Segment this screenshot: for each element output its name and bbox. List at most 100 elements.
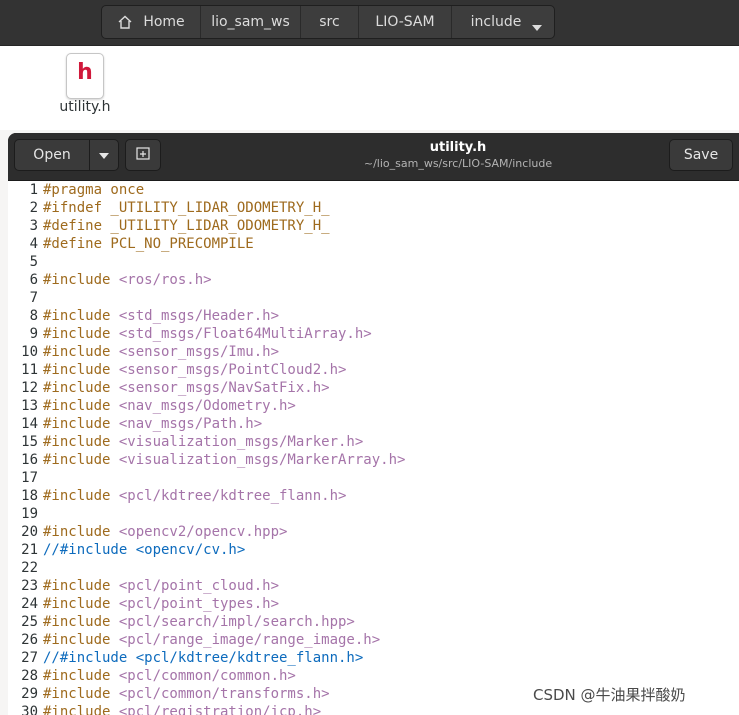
line-text: #include <pcl/kdtree/kdtree_flann.h> bbox=[43, 488, 346, 504]
line-number: 24 bbox=[21, 596, 38, 612]
code-line: 14 #include <nav_msgs/Path.h> bbox=[8, 415, 739, 433]
code-line: 20 #include <opencv2/opencv.hpp> bbox=[8, 523, 739, 541]
code-token: <visualization_msgs/MarkerArray.h> bbox=[118, 452, 406, 468]
line-text: #include <nav_msgs/Odometry.h> bbox=[43, 398, 296, 414]
code-line: 24 #include <pcl/point_types.h> bbox=[8, 595, 739, 613]
code-token: <ros/ros.h> bbox=[118, 272, 212, 288]
line-number: 12 bbox=[21, 380, 38, 396]
code-line: 13 #include <nav_msgs/Odometry.h> bbox=[8, 397, 739, 415]
line-number: 30 bbox=[21, 704, 38, 715]
code-line: 10 #include <sensor_msgs/Imu.h> bbox=[8, 343, 739, 361]
line-text: #include <sensor_msgs/NavSatFix.h> bbox=[43, 380, 330, 396]
chevron-down-icon[interactable] bbox=[532, 19, 542, 35]
line-number: 9 bbox=[29, 326, 38, 342]
open-button[interactable]: Open bbox=[14, 139, 90, 171]
code-token: #include bbox=[43, 488, 119, 504]
title-block: utility.h ~/lio_sam_ws/src/LIO-SAM/inclu… bbox=[308, 140, 608, 171]
header-file-icon[interactable]: h bbox=[66, 53, 104, 99]
line-number: 23 bbox=[21, 578, 38, 594]
line-number: 22 bbox=[21, 560, 38, 576]
code-token: <nav_msgs/Odometry.h> bbox=[118, 398, 296, 414]
code-token: #include bbox=[43, 398, 119, 414]
code-token: #include bbox=[43, 704, 119, 715]
code-token: #include bbox=[43, 380, 119, 396]
code-line: 17 bbox=[8, 469, 739, 487]
code-token: #include bbox=[43, 578, 119, 594]
line-number: 13 bbox=[21, 398, 38, 414]
line-text: #include <opencv2/opencv.hpp> bbox=[43, 524, 287, 540]
line-text: #ifndef _UTILITY_LIDAR_ODOMETRY_H_ bbox=[43, 200, 330, 216]
code-token: #include bbox=[43, 596, 119, 612]
new-tab-button[interactable] bbox=[125, 139, 161, 171]
file-label[interactable]: utility.h bbox=[55, 99, 115, 115]
code-token: <opencv2/opencv.hpp> bbox=[118, 524, 288, 540]
code-line: 19 bbox=[8, 505, 739, 523]
code-token: <pcl/point_cloud.h> bbox=[118, 578, 280, 594]
code-token: #include bbox=[43, 272, 119, 288]
code-line: 27 //#include <pcl/kdtree/kdtree_flann.h> bbox=[8, 649, 739, 667]
line-text: #include <pcl/common/common.h> bbox=[43, 668, 296, 684]
open-menu-button[interactable] bbox=[89, 139, 119, 171]
file-icon-letter: h bbox=[77, 60, 93, 85]
new-tab-icon bbox=[135, 145, 151, 165]
code-line: 28 #include <pcl/common/common.h> bbox=[8, 667, 739, 685]
line-text: #pragma once bbox=[43, 182, 144, 198]
line-number: 20 bbox=[21, 524, 38, 540]
code-token: <sensor_msgs/PointCloud2.h> bbox=[118, 362, 347, 378]
code-token: #include bbox=[43, 614, 119, 630]
line-number: 3 bbox=[29, 218, 38, 234]
code-token: //#include <pcl/kdtree/kdtree_flann.h> bbox=[43, 650, 364, 666]
path-bar: Home lio_sam_ws src LIO-SAM include bbox=[101, 5, 555, 39]
code-line: 25 #include <pcl/search/impl/search.hpp> bbox=[8, 613, 739, 631]
code-token: <pcl/kdtree/kdtree_flann.h> bbox=[118, 488, 347, 504]
line-number: 10 bbox=[21, 344, 38, 360]
code-line: 22 bbox=[8, 559, 739, 577]
code-token: <pcl/search/impl/search.hpp> bbox=[118, 614, 355, 630]
home-icon bbox=[117, 14, 133, 30]
line-number: 18 bbox=[21, 488, 38, 504]
line-number: 27 bbox=[21, 650, 38, 666]
line-number: 26 bbox=[21, 632, 38, 648]
line-number: 16 bbox=[21, 452, 38, 468]
line-text: #define _UTILITY_LIDAR_ODOMETRY_H_ bbox=[43, 218, 330, 234]
save-button[interactable]: Save bbox=[669, 139, 733, 171]
code-token: #include bbox=[43, 344, 119, 360]
line-text: #include <pcl/search/impl/search.hpp> bbox=[43, 614, 355, 630]
line-text: #include <pcl/range_image/range_image.h> bbox=[43, 632, 380, 648]
pathbar-home-button[interactable]: Home bbox=[102, 6, 201, 38]
file-manager-header: Home lio_sam_ws src LIO-SAM include bbox=[0, 0, 739, 46]
document-path: ~/lio_sam_ws/src/LIO-SAM/include bbox=[363, 157, 553, 170]
line-number: 6 bbox=[29, 272, 38, 288]
code-line: 16 #include <visualization_msgs/MarkerArr… bbox=[8, 451, 739, 469]
line-number: 19 bbox=[21, 506, 38, 522]
pathbar-crumb-include[interactable]: include bbox=[452, 6, 554, 38]
code-editor[interactable]: 1 #pragma once 2 #ifndef _UTILITY_LIDAR_ODO… bbox=[8, 181, 739, 715]
line-text: #include <std_msgs/Header.h> bbox=[43, 308, 279, 324]
code-token: #include bbox=[43, 452, 119, 468]
line-number: 14 bbox=[21, 416, 38, 432]
line-text: #include <nav_msgs/Path.h> bbox=[43, 416, 262, 432]
line-text: #include <pcl/point_cloud.h> bbox=[43, 578, 279, 594]
code-token: <std_msgs/Header.h> bbox=[118, 308, 280, 324]
line-number: 21 bbox=[21, 542, 38, 558]
line-number: 28 bbox=[21, 668, 38, 684]
code-line: 23 #include <pcl/point_cloud.h> bbox=[8, 577, 739, 595]
code-token: <visualization_msgs/Marker.h> bbox=[118, 434, 364, 450]
line-number: 17 bbox=[21, 470, 38, 486]
code-token: //#include <opencv/cv.h> bbox=[43, 542, 246, 558]
editor-headerbar: Open utility.h ~/lio_sam_ws/src/LIO-SAM/… bbox=[8, 133, 739, 181]
pathbar-crumb-lio-sam-ws[interactable]: lio_sam_ws bbox=[201, 6, 301, 38]
line-text: #define PCL_NO_PRECOMPILE bbox=[43, 236, 254, 252]
line-number: 1 bbox=[29, 182, 38, 198]
pathbar-crumb-include-label: include bbox=[470, 14, 522, 30]
pathbar-crumb-src[interactable]: src bbox=[301, 6, 359, 38]
file-view bbox=[0, 46, 739, 130]
code-line: 2 #ifndef _UTILITY_LIDAR_ODOMETRY_H_ bbox=[8, 199, 739, 217]
pathbar-crumb-lio-sam[interactable]: LIO-SAM bbox=[359, 6, 452, 38]
code-line: 26 #include <pcl/range_image/range_image.… bbox=[8, 631, 739, 649]
line-text: #include <sensor_msgs/Imu.h> bbox=[43, 344, 279, 360]
line-text: #include <pcl/registration/icp.h> bbox=[43, 704, 321, 715]
code-token: #define PCL_NO_PRECOMPILE bbox=[43, 236, 254, 252]
document-title: utility.h bbox=[429, 140, 487, 155]
code-line: 3 #define _UTILITY_LIDAR_ODOMETRY_H_ bbox=[8, 217, 739, 235]
